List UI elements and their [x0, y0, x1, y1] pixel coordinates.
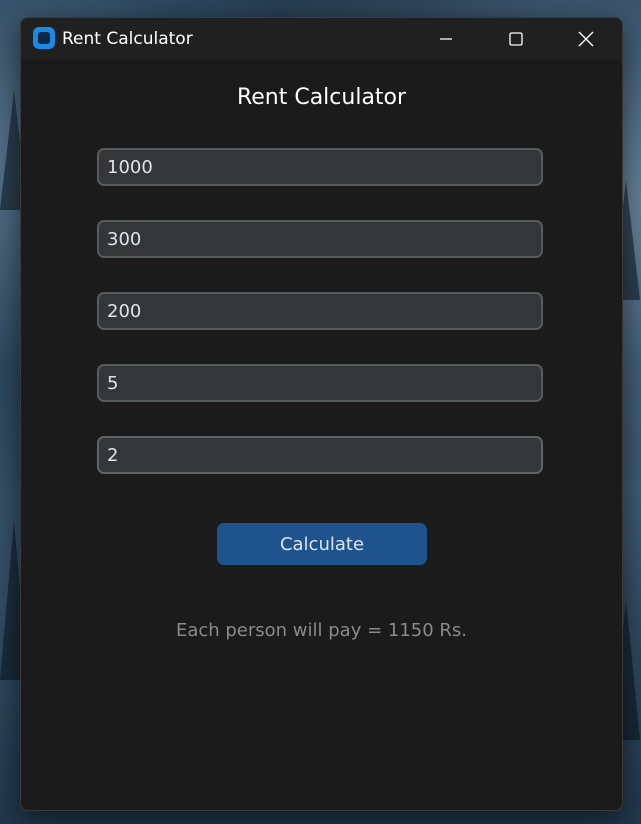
maximize-icon: [509, 32, 523, 46]
title-bar[interactable]: Rent Calculator: [21, 18, 622, 60]
window-title: Rent Calculator: [62, 29, 193, 49]
minimize-icon: [440, 38, 452, 40]
maximize-button[interactable]: [493, 18, 539, 60]
app-icon: [33, 27, 55, 49]
persons-count-field[interactable]: [97, 436, 543, 474]
minimize-button[interactable]: [423, 18, 469, 60]
electricity-units-field[interactable]: [97, 292, 543, 330]
result-text: Each person will pay = 1150 Rs.: [175, 620, 468, 641]
charge-per-unit-field[interactable]: [97, 364, 543, 402]
app-window: Rent Calculator Rent Calculator Calculat…: [20, 17, 623, 811]
close-icon: [578, 31, 594, 47]
total-rent-field[interactable]: [97, 148, 543, 186]
calculate-button[interactable]: Calculate: [217, 523, 427, 565]
food-expense-field[interactable]: [97, 220, 543, 258]
close-button[interactable]: [563, 18, 609, 60]
main-content: Rent Calculator Calculate Each person wi…: [21, 60, 622, 810]
page-title: Rent Calculator: [236, 85, 407, 110]
